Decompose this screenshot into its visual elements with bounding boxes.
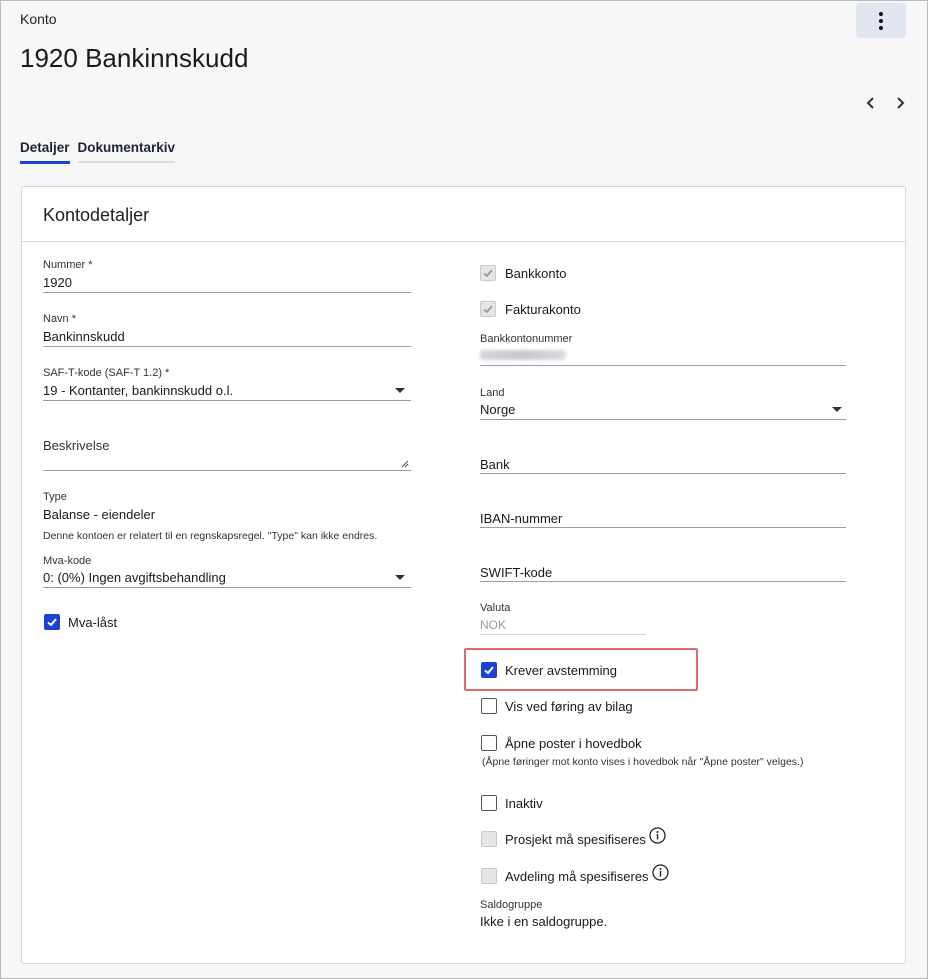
tab-bar: Detaljer Dokumentarkiv (20, 138, 183, 164)
land-label: Land (480, 387, 505, 399)
chevron-left-icon (866, 97, 874, 109)
apne-poster-hint: (Åpne føringer mot konto vises i hovedbo… (482, 756, 804, 768)
checkmark-icon (47, 618, 57, 627)
fakturakonto-label: Fakturakonto (505, 302, 581, 317)
mva-last-label: Mva-låst (68, 615, 118, 630)
type-value: Balanse - eiendeler (43, 507, 156, 522)
resize-handle-icon[interactable] (401, 460, 409, 468)
vis-ved-foring-checkbox[interactable] (481, 698, 497, 714)
saldogruppe-label: Saldogruppe (480, 899, 543, 911)
iban-underline (480, 527, 846, 528)
saft-underline (43, 400, 411, 401)
navn-field[interactable]: Bankinnskudd (43, 329, 125, 344)
page-title: 1920 Bankinnskudd (20, 43, 249, 73)
chevron-down-icon[interactable] (395, 575, 405, 580)
prosjekt-label: Prosjekt må spesifiseres (505, 832, 646, 847)
info-icon[interactable] (652, 864, 669, 881)
info-icon[interactable] (649, 827, 666, 844)
inaktiv-checkbox[interactable] (481, 795, 497, 811)
swift-underline (480, 581, 846, 582)
navn-label: Navn * (43, 313, 77, 325)
valuta-underline (480, 634, 646, 635)
checkmark-icon (483, 305, 493, 314)
avdeling-label: Avdeling må spesifiseres (505, 869, 649, 884)
avdeling-checkbox (481, 868, 497, 884)
saft-select[interactable]: 19 - Kontanter, bankinnskudd o.l. (43, 383, 233, 398)
bank-underline (480, 473, 846, 474)
iban-field[interactable]: IBAN-nummer (480, 511, 562, 526)
bankkontonummer-label: Bankkontonummer (480, 333, 573, 345)
apne-poster-checkbox[interactable] (481, 735, 497, 751)
next-button[interactable] (889, 92, 911, 114)
bankkonto-checkbox (480, 265, 496, 281)
navn-underline (43, 346, 411, 347)
type-hint: Denne kontoen er relatert til en regnska… (43, 530, 378, 542)
beskrivelse-textarea[interactable] (43, 453, 411, 469)
mva-label: Mva-kode (43, 555, 92, 567)
nummer-label: Nummer * (43, 259, 93, 271)
mva-underline (43, 587, 411, 588)
land-underline (480, 419, 846, 420)
fakturakonto-checkbox (480, 301, 496, 317)
mva-last-checkbox[interactable] (44, 614, 60, 630)
bankkontonummer-field[interactable] (480, 347, 846, 363)
bankkonto-label: Bankkonto (505, 266, 567, 281)
vis-ved-foring-label: Vis ved føring av bilag (505, 699, 633, 714)
apne-poster-label: Åpne poster i hovedbok (505, 736, 642, 751)
krever-avstemming-checkbox[interactable] (481, 662, 497, 678)
nummer-underline (43, 292, 411, 293)
tab-detaljer[interactable]: Detaljer (20, 138, 70, 164)
mva-select[interactable]: 0: (0%) Ingen avgiftsbehandling (43, 570, 226, 585)
valuta-label: Valuta (480, 602, 511, 614)
beskrivelse-label: Beskrivelse (43, 438, 110, 453)
valuta-field: NOK (480, 618, 507, 632)
bank-field[interactable]: Bank (480, 457, 510, 472)
prosjekt-checkbox (481, 831, 497, 847)
swift-field[interactable]: SWIFT-kode (480, 565, 552, 580)
bankkontonummer-underline (480, 365, 846, 366)
saldogruppe-value: Ikke i en saldogruppe. (480, 914, 608, 929)
account-details-card: Kontodetaljer Nummer * 1920 Navn * Banki… (21, 186, 906, 964)
checkmark-icon (484, 666, 494, 675)
saft-label: SAF-T-kode (SAF-T 1.2) * (43, 367, 170, 379)
chevron-down-icon[interactable] (395, 388, 405, 393)
chevron-down-icon[interactable] (832, 407, 842, 412)
tab-dokumentarkiv[interactable]: Dokumentarkiv (77, 138, 175, 163)
more-options-button[interactable] (856, 3, 906, 38)
nummer-field[interactable]: 1920 (43, 275, 72, 290)
checkmark-icon (483, 269, 493, 278)
more-vertical-icon (879, 10, 883, 31)
beskrivelse-underline (43, 470, 411, 471)
breadcrumb[interactable]: Konto (20, 11, 57, 27)
chevron-right-icon (897, 97, 905, 109)
land-select[interactable]: Norge (480, 402, 515, 417)
type-label: Type (43, 491, 67, 503)
krever-avstemming-label: Krever avstemming (505, 663, 617, 678)
previous-button[interactable] (860, 92, 882, 114)
card-title: Kontodetaljer (22, 187, 905, 242)
inaktiv-label: Inaktiv (505, 796, 543, 811)
